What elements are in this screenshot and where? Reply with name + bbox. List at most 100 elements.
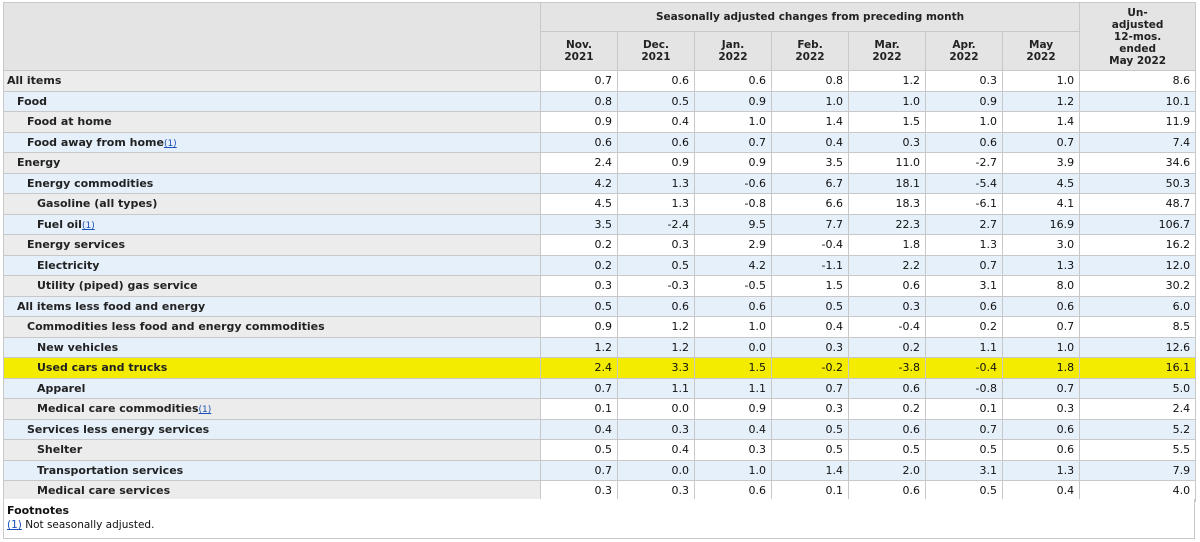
value-cell: 4.5 <box>540 193 618 215</box>
row-label-text: Energy commodities <box>27 176 154 190</box>
value-cell: 0.3 <box>1001 398 1081 420</box>
value-cell: 1.2 <box>617 336 695 358</box>
value-cell: 0.7 <box>1001 377 1081 399</box>
value-cell: 1.4 <box>771 459 849 481</box>
value-cell: 0.2 <box>540 254 618 276</box>
value-cell: 3.5 <box>771 152 849 174</box>
row-label-text: Apparel <box>37 381 86 395</box>
value-cell: 0.6 <box>925 295 1003 317</box>
footnote-link[interactable]: (1) <box>82 221 95 231</box>
value-cell: 22.3 <box>848 213 926 235</box>
value-cell: 4.5 <box>1001 172 1081 194</box>
value-cell: 1.0 <box>771 90 849 112</box>
value-cell: 1.3 <box>617 193 695 215</box>
footnote-link[interactable]: (1) <box>199 405 212 415</box>
value-cell: 0.6 <box>617 70 695 92</box>
month-header: Nov. 2021 <box>540 31 618 71</box>
row-label: Fuel oil(1) <box>3 213 541 235</box>
row-label-text: Medical care services <box>37 484 171 498</box>
value-cell: 2.4 <box>540 357 618 379</box>
table-row: Utility (piped) gas service 0.3 -0.3 -0.5 1.… <box>3 275 1197 297</box>
row-label-text: Shelter <box>37 443 83 457</box>
value-cell: 5.5 <box>1079 439 1197 461</box>
value-cell: 0.8 <box>540 90 618 112</box>
value-cell: 0.3 <box>617 480 695 502</box>
month-header: Feb. 2022 <box>771 31 849 71</box>
value-cell: 0.5 <box>771 295 849 317</box>
value-cell: 2.4 <box>540 152 618 174</box>
value-cell: 0.0 <box>617 398 695 420</box>
unadjusted-header: Un-adjusted 12-mos. ended May 2022 <box>1079 2 1197 71</box>
row-label-text: Food away from home <box>27 135 164 149</box>
value-cell: 5.2 <box>1079 418 1197 440</box>
footnote-marker-link[interactable]: (1) <box>7 519 22 531</box>
value-cell: 3.1 <box>925 459 1003 481</box>
row-label-text: All items <box>7 74 62 88</box>
value-cell: 1.5 <box>848 111 926 133</box>
value-cell: 1.0 <box>694 111 772 133</box>
value-cell: 0.7 <box>1001 316 1081 338</box>
row-label: Food at home <box>3 111 541 133</box>
footnote-text: Not seasonally adjusted. <box>21 519 155 531</box>
value-cell: 34.6 <box>1079 152 1197 174</box>
value-cell: 1.2 <box>848 70 926 92</box>
value-cell: 0.7 <box>540 459 618 481</box>
value-cell: 0.2 <box>848 336 926 358</box>
month-header: Apr. 2022 <box>925 31 1003 71</box>
value-cell: 1.0 <box>694 459 772 481</box>
value-cell: 2.4 <box>1079 398 1197 420</box>
table-row: Medical care commodities(1) 0.1 0.0 0.9 0.3 0… <box>3 398 1197 420</box>
header-blank-cell <box>3 2 541 71</box>
row-label: All items <box>3 70 541 92</box>
value-cell: -5.4 <box>925 172 1003 194</box>
value-cell: 50.3 <box>1079 172 1197 194</box>
value-cell: 5.0 <box>1079 377 1197 399</box>
value-cell: 8.6 <box>1079 70 1197 92</box>
table-row: Fuel oil(1) 3.5 -2.4 9.5 7.7 22.3 2.7 16.9 106.7 <box>3 213 1197 235</box>
value-cell: 0.3 <box>925 70 1003 92</box>
value-cell: -0.5 <box>694 275 772 297</box>
value-cell: 0.9 <box>540 316 618 338</box>
value-cell: 0.3 <box>694 439 772 461</box>
value-cell: 0.5 <box>617 90 695 112</box>
value-cell: 1.1 <box>925 336 1003 358</box>
value-cell: 1.8 <box>1001 357 1081 379</box>
value-cell: 0.4 <box>771 131 849 153</box>
table-row: Energy commodities 4.2 1.3 -0.6 6.7 18.1 -5.4 4… <box>3 172 1197 194</box>
value-cell: 1.2 <box>617 316 695 338</box>
value-cell: 0.9 <box>694 152 772 174</box>
row-label-text: Energy services <box>27 238 126 252</box>
value-cell: 1.5 <box>771 275 849 297</box>
table-row: Transportation services 0.7 0.0 1.0 1.4 2.0 3.… <box>3 459 1197 481</box>
value-cell: 0.5 <box>771 418 849 440</box>
value-cell: 0.5 <box>771 439 849 461</box>
row-label: Electricity <box>3 254 541 276</box>
value-cell: 0.2 <box>540 234 618 256</box>
row-label: Shelter <box>3 439 541 461</box>
value-cell: -2.7 <box>925 152 1003 174</box>
value-cell: -0.6 <box>694 172 772 194</box>
value-cell: 48.7 <box>1079 193 1197 215</box>
row-label-text: Energy <box>17 156 61 170</box>
footnotes-heading: Footnotes <box>7 504 70 517</box>
table-row: New vehicles 1.2 1.2 0.0 0.3 0.2 1.1 1.0 12.6 <box>3 336 1197 358</box>
row-label: All items less food and energy <box>3 295 541 317</box>
value-cell: 30.2 <box>1079 275 1197 297</box>
footnote-link[interactable]: (1) <box>164 139 177 149</box>
table-row: Gasoline (all types) 4.5 1.3 -0.8 6.6 18.3 -6.… <box>3 193 1197 215</box>
row-label-text: Medical care commodities <box>37 402 199 416</box>
value-cell: 0.3 <box>617 418 695 440</box>
value-cell: 16.1 <box>1079 357 1197 379</box>
value-cell: 0.7 <box>1001 131 1081 153</box>
row-label: Used cars and trucks <box>3 357 541 379</box>
value-cell: 0.9 <box>694 398 772 420</box>
value-cell: 1.1 <box>617 377 695 399</box>
table-body: All items 0.7 0.6 0.6 0.8 1.2 0.3 1.0 8.6 Food 0.8… <box>3 70 1197 502</box>
value-cell: 10.1 <box>1079 90 1197 112</box>
value-cell: 0.3 <box>540 480 618 502</box>
value-cell: -0.4 <box>771 234 849 256</box>
value-cell: 2.9 <box>694 234 772 256</box>
value-cell: 0.6 <box>848 377 926 399</box>
value-cell: 0.6 <box>694 295 772 317</box>
value-cell: 0.6 <box>694 70 772 92</box>
